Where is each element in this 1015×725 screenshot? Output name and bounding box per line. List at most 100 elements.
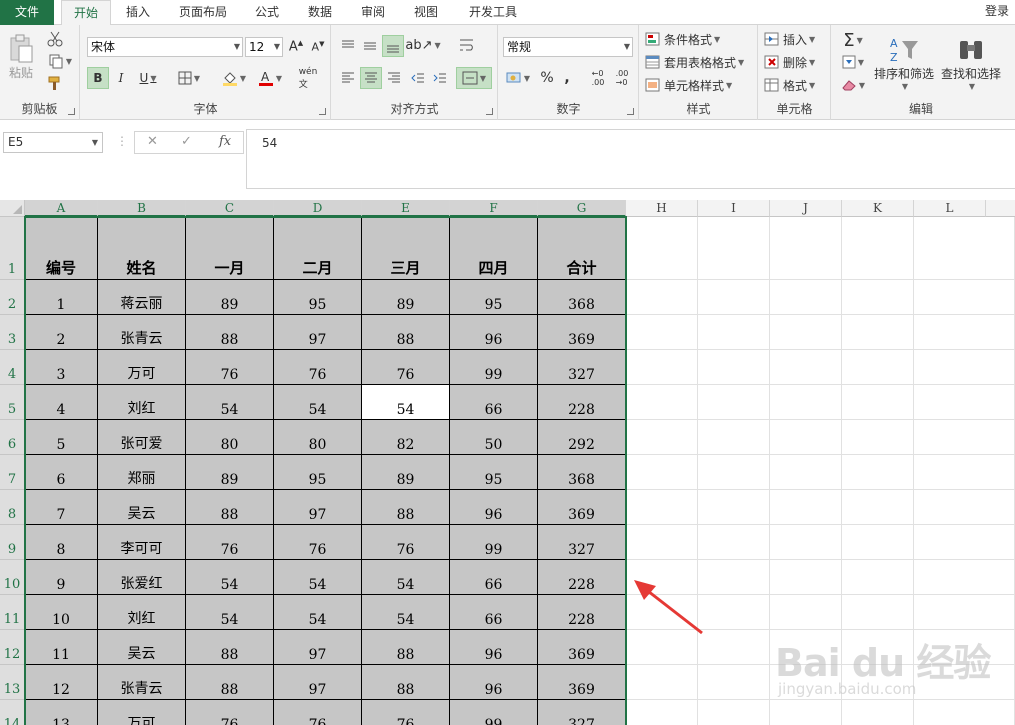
increase-font-button[interactable]: A▲ [286, 37, 306, 57]
column-header-J[interactable]: J [770, 200, 842, 217]
align-left-button[interactable] [338, 67, 358, 89]
header-cell[interactable]: 姓名 [98, 217, 186, 280]
tab-data[interactable]: 数据 [299, 0, 341, 25]
tab-review[interactable]: 审阅 [352, 0, 394, 25]
table-cell[interactable]: 张青云 [98, 665, 186, 700]
font-size-select[interactable]: 12 ▼ [245, 37, 283, 57]
table-cell[interactable]: 66 [450, 560, 538, 595]
table-cell[interactable]: 95 [274, 280, 362, 315]
empty-cell[interactable] [770, 217, 842, 280]
table-cell[interactable]: 97 [274, 630, 362, 665]
align-center-button[interactable] [360, 67, 382, 89]
empty-cell[interactable] [914, 490, 1015, 525]
row-header-1[interactable]: 1 [0, 217, 25, 280]
row-header-13[interactable]: 13 [0, 665, 25, 700]
table-cell[interactable]: 96 [450, 315, 538, 350]
table-cell[interactable]: 张可爱 [98, 420, 186, 455]
table-cell[interactable]: 76 [362, 700, 450, 725]
table-cell[interactable]: 郑丽 [98, 455, 186, 490]
table-cell[interactable]: 76 [274, 525, 362, 560]
autosum-button[interactable]: Σ ▼ [836, 29, 870, 51]
cut-button[interactable] [44, 29, 66, 49]
merge-center-button[interactable]: ▼ [456, 67, 492, 89]
number-format-select[interactable]: 常规 ▼ [503, 37, 633, 57]
font-name-select[interactable]: 宋体 ▼ [87, 37, 243, 57]
phonetic-button[interactable]: wén 文 [293, 65, 323, 91]
table-cell[interactable]: 369 [538, 665, 626, 700]
tab-insert[interactable]: 插入 [117, 0, 159, 25]
format-as-table-button[interactable]: 套用表格格式 ▼ [644, 52, 756, 72]
empty-cell[interactable] [914, 420, 1015, 455]
table-cell[interactable]: 89 [186, 280, 274, 315]
row-header-3[interactable]: 3 [0, 315, 25, 350]
number-launcher[interactable] [627, 108, 634, 115]
empty-cell[interactable] [698, 490, 770, 525]
table-cell[interactable]: 82 [362, 420, 450, 455]
table-cell[interactable]: 吴云 [98, 630, 186, 665]
column-header-L[interactable]: L [914, 200, 986, 217]
empty-cell[interactable] [914, 525, 1015, 560]
delete-cells-button[interactable]: 删除 ▼ [763, 52, 829, 72]
empty-cell[interactable] [770, 490, 842, 525]
row-header-5[interactable]: 5 [0, 385, 25, 420]
row-header-12[interactable]: 12 [0, 630, 25, 665]
empty-cell[interactable] [770, 455, 842, 490]
table-cell[interactable]: 50 [450, 420, 538, 455]
sort-filter-button[interactable]: AZ 排序和筛选 ▼ [872, 29, 936, 97]
table-cell[interactable]: 228 [538, 560, 626, 595]
empty-cell[interactable] [842, 700, 914, 725]
name-box[interactable]: E5 ▼ [3, 132, 103, 153]
italic-button[interactable]: I [111, 67, 131, 89]
table-cell[interactable]: 88 [362, 665, 450, 700]
table-cell[interactable]: 万可 [98, 350, 186, 385]
tab-home[interactable]: 开始 [61, 0, 111, 26]
table-cell[interactable]: 95 [450, 280, 538, 315]
table-cell[interactable]: 54 [274, 385, 362, 420]
row-header-11[interactable]: 11 [0, 595, 25, 630]
column-header-K[interactable]: K [842, 200, 914, 217]
empty-cell[interactable] [626, 455, 698, 490]
clipboard-launcher[interactable] [68, 108, 75, 115]
paste-button[interactable]: 粘贴 [4, 29, 38, 85]
find-select-button[interactable]: 查找和选择 ▼ [938, 29, 1004, 97]
table-cell[interactable]: 12 [25, 665, 98, 700]
tab-formulas[interactable]: 公式 [246, 0, 288, 25]
column-header-E[interactable]: E [362, 200, 450, 217]
align-right-button[interactable] [384, 67, 404, 89]
table-cell[interactable]: 97 [274, 315, 362, 350]
table-cell[interactable]: 54 [362, 595, 450, 630]
row-header-9[interactable]: 9 [0, 525, 25, 560]
cancel-entry-button[interactable]: ✕ [147, 134, 158, 149]
table-cell[interactable]: 76 [274, 350, 362, 385]
format-cells-button[interactable]: 格式 ▼ [763, 75, 829, 95]
empty-cell[interactable] [626, 665, 698, 700]
table-cell[interactable]: 张爱红 [98, 560, 186, 595]
empty-cell[interactable] [698, 665, 770, 700]
table-cell[interactable]: 88 [362, 490, 450, 525]
table-cell[interactable]: 76 [362, 525, 450, 560]
table-cell[interactable]: 7 [25, 490, 98, 525]
table-cell[interactable]: 76 [362, 350, 450, 385]
table-cell[interactable]: 228 [538, 595, 626, 630]
empty-cell[interactable] [626, 350, 698, 385]
table-cell[interactable]: 228 [538, 385, 626, 420]
percent-button[interactable]: % [537, 67, 557, 89]
align-bottom-button[interactable] [382, 35, 404, 57]
table-cell[interactable]: 54 [362, 560, 450, 595]
table-cell[interactable]: 吴云 [98, 490, 186, 525]
empty-cell[interactable] [770, 280, 842, 315]
font-color-button[interactable]: A ▼ [253, 67, 287, 89]
formula-bar-splitter[interactable]: ⋮ [116, 134, 128, 148]
accounting-format-button[interactable]: ▼ [503, 67, 533, 89]
table-cell[interactable]: 89 [186, 455, 274, 490]
bold-button[interactable]: B [87, 67, 109, 89]
column-header-G[interactable]: G [538, 200, 626, 217]
fill-color-button[interactable]: ▼ [217, 67, 251, 89]
increase-indent-button[interactable] [430, 67, 450, 89]
cell-styles-button[interactable]: 单元格样式 ▼ [644, 75, 756, 95]
column-header-D[interactable]: D [274, 200, 362, 217]
decrease-indent-button[interactable] [408, 67, 428, 89]
table-cell[interactable]: 66 [450, 595, 538, 630]
table-cell[interactable]: 76 [274, 700, 362, 725]
insert-function-button[interactable]: fx [219, 134, 231, 149]
